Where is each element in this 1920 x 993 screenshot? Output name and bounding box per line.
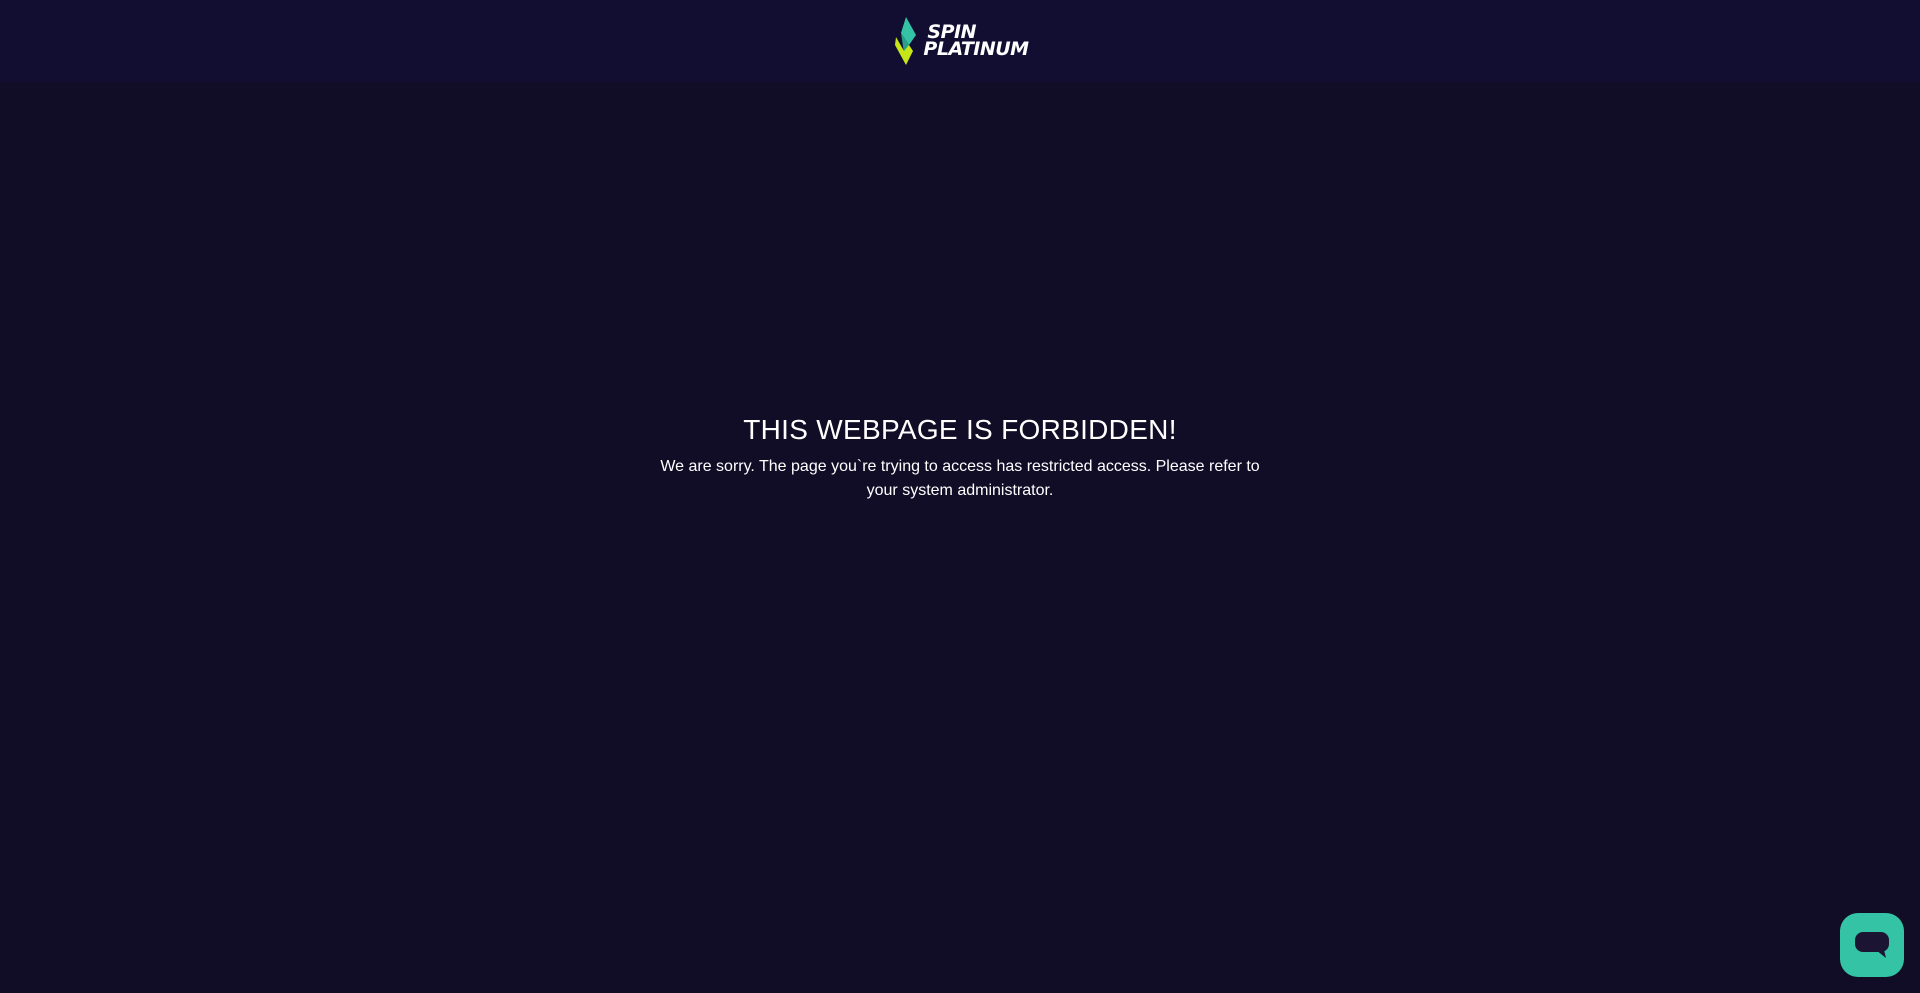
main-content xyxy=(0,82,1920,993)
page-title: THIS WEBPAGE IS FORBIDDEN! xyxy=(743,414,1177,445)
chat-bubble-icon xyxy=(1855,932,1889,958)
diamond-logo-icon xyxy=(895,17,917,65)
forbidden-message: THIS WEBPAGE IS FORBIDDEN! We are sorry.… xyxy=(660,413,1260,503)
error-description-line2: your system administrator. xyxy=(866,482,1054,499)
site-logo[interactable]: SPIN PLATINUM xyxy=(891,15,1029,67)
error-description: We are sorry. The page you`re trying to … xyxy=(660,455,1260,503)
chat-button[interactable] xyxy=(1840,913,1904,977)
logo-wordmark: SPIN PLATINUM xyxy=(923,23,1029,60)
logo-text-line2: PLATINUM xyxy=(923,38,1029,60)
error-description-line1: We are sorry. The page you`re trying to … xyxy=(660,458,1260,475)
site-header: SPIN PLATINUM xyxy=(0,0,1920,82)
